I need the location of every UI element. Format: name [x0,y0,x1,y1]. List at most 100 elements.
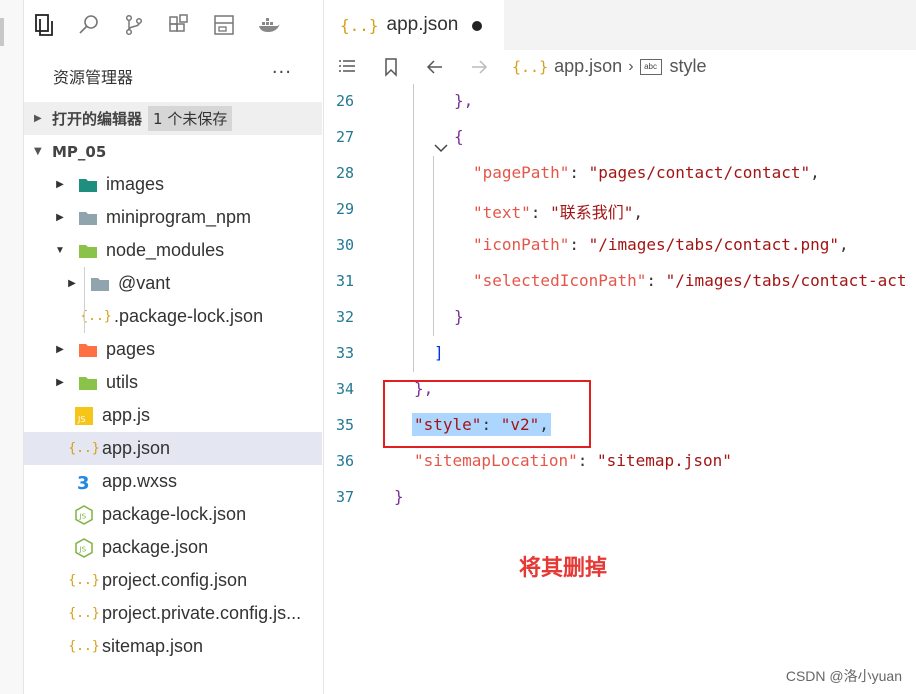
breadcrumb-file[interactable]: app.json [554,56,622,77]
tree-item[interactable]: {..} sitemap.json [24,630,322,663]
tree-item[interactable]: JS package-lock.json [24,498,322,531]
tree-item[interactable]: ▼ node_modules [24,234,322,267]
tree-item-label: pages [106,339,156,359]
tab-app-json[interactable]: {..} app.json [324,0,504,50]
explorer-header: 资源管理器 ··· [24,50,322,102]
tree-item-label: project.private.config.js... [102,603,302,623]
folder-icon [90,274,110,294]
line-number: 28 [335,164,354,182]
chevron-right-icon[interactable]: ▶ [54,344,66,355]
js-file-icon: JS [74,406,94,426]
docker-icon[interactable] [257,13,281,37]
tree-item[interactable]: {..} project.config.json [24,564,322,597]
unsaved-dot-icon[interactable] [472,21,482,31]
bookmark-icon[interactable] [380,56,402,78]
tree-item[interactable]: {..} app.json [24,432,322,465]
json-value: "pages/contact/contact" [588,163,811,182]
svg-text:3: 3 [77,473,90,492]
chevron-right-icon[interactable]: ▶ [54,377,66,388]
json-file-icon: {..} [68,606,100,621]
activity-bar [24,0,322,50]
chevron-right-icon[interactable]: ▶ [66,278,78,289]
tree-item-label: .package-lock.json [114,306,264,326]
tree-item[interactable]: ▶ images [24,168,322,201]
tree-item-label: app.json [102,438,171,458]
tree-item-label: package-lock.json [102,504,247,524]
project-label: MP_05 [52,142,107,161]
left-strip-marker [0,18,4,46]
code-view[interactable]: 26 }, 27 { 28 "pagePath": "pages/contact… [324,84,916,516]
line-number: 33 [335,344,354,362]
line-number: 27 [335,128,354,146]
chevron-down-icon[interactable]: ▼ [54,245,66,256]
code-line: 30 "iconPath": "/images/tabs/contact.png… [324,228,916,264]
file-tree: ▶ images ▶ miniprogram_npm ▼ node_modules ▶ @va… [24,168,322,663]
svg-text:JS: JS [77,415,85,424]
chevron-right-icon: › [628,57,634,75]
tree-item[interactable]: JS package.json [24,531,322,564]
chevron-right-icon[interactable]: ▶ [54,179,66,190]
json-file-icon: {..} [340,15,379,35]
outline-icon[interactable] [212,13,236,37]
folder-icon [78,373,98,393]
string-symbol-icon: abc [639,58,662,75]
code-line: 26 }, [324,84,916,120]
code-text: } [454,307,464,326]
chevron-right-icon[interactable]: ▶ [54,212,66,223]
search-icon[interactable] [77,13,101,37]
tree-item[interactable]: {..} project.private.config.js... [24,597,322,630]
folder-icon [78,175,98,195]
code-line: 37 } [324,480,916,516]
source-control-icon[interactable] [122,13,146,37]
json-key: "iconPath" [473,235,570,254]
more-actions-button[interactable]: ··· [272,62,292,83]
code-line: 32 } [324,300,916,336]
highlight-box [383,380,591,448]
json-file-icon: {..} [68,573,100,588]
line-number: 32 [335,308,354,326]
code-text: { [454,127,464,146]
tree-item[interactable]: 3 app.wxss [24,465,322,498]
tree-item[interactable]: ▶ utils [24,366,322,399]
list-icon[interactable] [336,56,358,78]
tab-bar: {..} app.json [324,0,916,50]
tree-item-label: project.config.json [102,570,248,590]
tree-item[interactable]: {..} .package-lock.json [24,300,322,333]
code-line: 27 { [324,120,916,156]
tree-item[interactable]: JS app.js [24,399,322,432]
tree-item-label: app.wxss [102,471,178,491]
tree-item-label: miniprogram_npm [106,207,252,227]
svg-text:JS: JS [79,545,87,553]
tree-item[interactable]: ▶ miniprogram_npm [24,201,322,234]
back-arrow-icon[interactable] [424,56,446,78]
line-number: 26 [335,92,354,110]
editor-area: {..} app.json {..} app.json › abc style … [323,0,916,694]
explorer-sidebar: 资源管理器 ··· ▶ 打开的编辑器 1 个未保存 ▼ MP_05 ▶ image… [24,50,322,694]
open-editors-section[interactable]: ▶ 打开的编辑器 1 个未保存 [24,102,322,135]
code-text: }, [454,91,474,110]
line-number: 36 [335,452,354,470]
json-file-icon: {..} [68,441,100,456]
tree-item[interactable]: ▶ @vant [24,267,322,300]
explorer-icon[interactable] [32,13,56,37]
breadcrumb-symbol[interactable]: style [670,56,707,77]
json-key: "selectedIconPath" [473,271,647,290]
code-line: 33 ] [324,336,916,372]
breadcrumb: {..} app.json › abc style [324,50,916,83]
tree-item[interactable]: ▶ pages [24,333,322,366]
unsaved-badge: 1 个未保存 [148,106,233,131]
json-file-icon: {..} [80,309,112,324]
forward-arrow-icon[interactable] [468,56,490,78]
line-number: 37 [335,488,354,506]
tab-label: app.json [386,14,459,35]
chevron-down-icon: ▼ [34,146,42,157]
extensions-icon[interactable] [167,13,191,37]
project-section[interactable]: ▼ MP_05 [24,135,322,168]
json-file-icon: {..} [512,57,549,76]
line-number: 29 [335,200,354,218]
folder-icon [78,208,98,228]
line-number: 30 [335,236,354,254]
nodejs-file-icon: JS [74,504,94,525]
json-value: "sitemap.json" [597,451,732,470]
explorer-title: 资源管理器 [53,68,134,87]
